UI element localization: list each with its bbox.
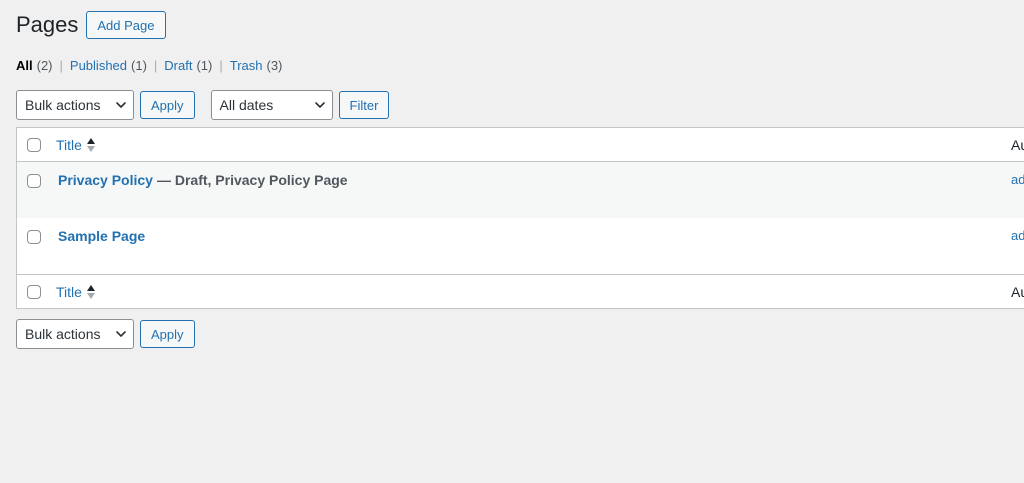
view-published-label: Published: [69, 57, 128, 73]
title-column-label: Title: [56, 136, 82, 153]
chevron-down-icon: [115, 328, 127, 340]
add-page-button[interactable]: Add Page: [86, 11, 166, 39]
view-trash[interactable]: Trash (3): [230, 58, 283, 73]
view-draft-count: (1): [196, 57, 213, 73]
table-row: Privacy Policy — Draft, Privacy Policy P…: [17, 162, 1024, 218]
view-separator: |: [219, 57, 223, 73]
row-author-link[interactable]: ad: [1011, 172, 1024, 187]
bulk-actions-select[interactable]: Bulk actions: [16, 90, 134, 120]
author-column-footer[interactable]: Au: [1011, 284, 1024, 300]
apply-button[interactable]: Apply: [140, 91, 195, 119]
bulk-actions-value-bottom: Bulk actions: [25, 326, 101, 342]
view-trash-count: (3): [266, 57, 283, 73]
filter-button[interactable]: Filter: [338, 91, 390, 119]
pages-table: Title Au Privacy Policy — Draft, Privacy…: [16, 127, 1024, 309]
row-title-link[interactable]: Sample Page: [58, 228, 145, 244]
pages-screen: Pages Add Page All (2) | Published (1) | D…: [16, 0, 1024, 349]
view-all[interactable]: All (2): [16, 58, 53, 73]
view-published-count: (1): [131, 57, 147, 73]
title-column-footer-label: Title: [56, 283, 82, 300]
dates-select[interactable]: All dates: [210, 90, 333, 120]
view-published[interactable]: Published (1): [70, 58, 147, 73]
tablenav-top: Bulk actions Apply All dates Filter: [16, 90, 1024, 120]
view-draft[interactable]: Draft (1): [164, 58, 212, 73]
page-header: Pages Add Page: [16, 0, 1024, 50]
chevron-down-icon: [314, 99, 326, 111]
view-separator: |: [59, 57, 63, 73]
title-column-header[interactable]: Title: [56, 137, 95, 153]
post-state: — Draft, Privacy Policy Page: [156, 172, 348, 188]
select-all-checkbox[interactable]: [27, 137, 41, 152]
select-all-checkbox-footer[interactable]: [27, 284, 41, 299]
table-header: Title Au: [17, 128, 1024, 162]
sort-arrows-icon: [86, 284, 95, 299]
bulk-actions-select-bottom[interactable]: Bulk actions: [16, 319, 134, 349]
bulk-actions-value: Bulk actions: [25, 97, 101, 113]
sort-arrows-icon: [86, 137, 95, 152]
view-separator: |: [153, 57, 158, 73]
view-draft-label: Draft: [164, 57, 193, 73]
view-trash-label: Trash: [229, 57, 263, 73]
dates-value: All dates: [219, 97, 274, 113]
view-all-label: All: [16, 57, 33, 73]
row-checkbox[interactable]: [27, 174, 41, 188]
apply-button-bottom[interactable]: Apply: [140, 320, 195, 348]
chevron-down-icon: [115, 99, 127, 111]
title-column-footer[interactable]: Title: [56, 284, 95, 300]
table-row: Sample Page ad: [17, 218, 1024, 274]
row-title-link[interactable]: Privacy Policy: [58, 172, 153, 188]
row-author-link[interactable]: ad: [1011, 228, 1024, 243]
status-filter-links: All (2) | Published (1) | Draft (1) | Trash…: [16, 57, 1024, 73]
view-all-count: (2): [36, 57, 53, 73]
tablenav-bottom: Bulk actions Apply: [16, 319, 1024, 349]
row-checkbox[interactable]: [27, 230, 41, 244]
author-column-header[interactable]: Au: [1011, 137, 1024, 153]
page-title: Pages: [16, 12, 79, 37]
table-footer: Title Au: [17, 274, 1024, 308]
